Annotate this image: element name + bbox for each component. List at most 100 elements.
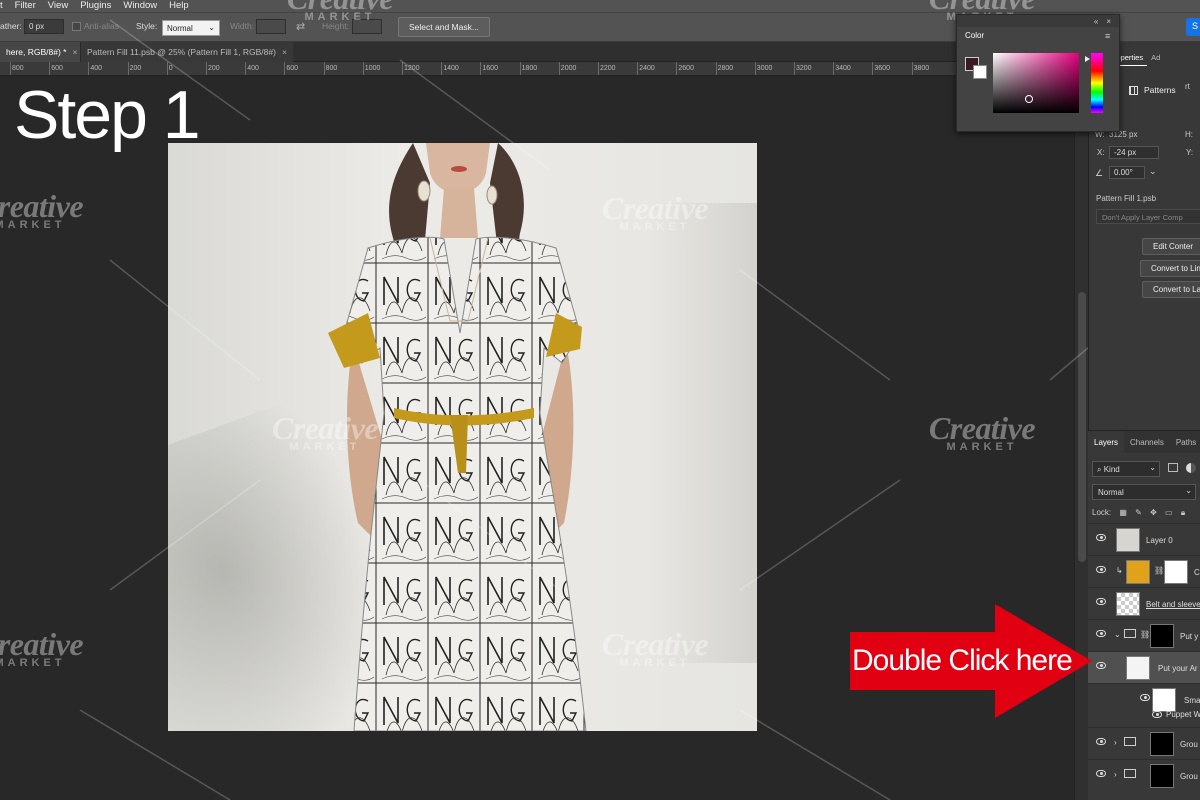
- ruler-tick-label: 3800: [913, 65, 930, 72]
- color-picker-cursor[interactable]: [1025, 95, 1033, 103]
- share-button[interactable]: S: [1186, 18, 1200, 36]
- visibility-eye-icon[interactable]: [1096, 534, 1106, 541]
- layer-name: Sma: [1184, 696, 1200, 705]
- style-select[interactable]: Normal ⌄: [162, 20, 220, 36]
- menu-view[interactable]: View: [48, 0, 68, 12]
- hue-slider[interactable]: [1091, 53, 1103, 113]
- layer-row[interactable]: Layer 0: [1088, 523, 1200, 555]
- lock-all-icon[interactable]: 🔒︎: [1181, 508, 1185, 517]
- height-input[interactable]: [352, 19, 382, 34]
- color-panel-title: Color: [965, 31, 985, 40]
- visibility-eye-icon[interactable]: [1096, 598, 1106, 605]
- visibility-eye-icon[interactable]: [1096, 770, 1106, 777]
- tab-channels[interactable]: Channels: [1124, 431, 1170, 453]
- y-label: Y:: [1186, 148, 1194, 157]
- menu-select-partial[interactable]: t: [0, 0, 3, 12]
- close-icon[interactable]: ×: [1106, 17, 1111, 26]
- visibility-eye-icon[interactable]: [1152, 711, 1162, 718]
- ruler-tick-label: 1000: [364, 65, 381, 72]
- tab-layers[interactable]: Layers: [1088, 431, 1125, 453]
- tab-active-document[interactable]: here, RGB/8#) * ×: [0, 42, 84, 62]
- layer-comp-select[interactable]: Don't Apply Layer Comp: [1096, 209, 1200, 224]
- lock-artboard-icon[interactable]: ▭: [1165, 508, 1173, 517]
- antialias-checkbox[interactable]: [72, 22, 81, 31]
- layer-name: Put your Ar: [1158, 664, 1198, 673]
- layer-thumbnail: [1116, 592, 1140, 616]
- background-color-swatch[interactable]: [973, 65, 987, 79]
- chevron-right-icon[interactable]: ›: [1114, 770, 1117, 779]
- tab-ad-partial[interactable]: Ad: [1147, 50, 1164, 66]
- dress-mockup-photo[interactable]: [168, 143, 757, 731]
- layer-name: Layer 0: [1146, 536, 1173, 545]
- x-input[interactable]: -24 px: [1109, 146, 1159, 159]
- visibility-eye-icon[interactable]: [1096, 662, 1106, 669]
- color-field[interactable]: [993, 53, 1079, 113]
- callout-arrow: Double Click here: [850, 604, 1092, 718]
- edit-contents-button[interactable]: Edit Conter: [1142, 238, 1200, 255]
- visibility-eye-icon[interactable]: [1096, 566, 1106, 573]
- menu-plugins[interactable]: Plugins: [80, 0, 111, 12]
- chevron-down-icon[interactable]: ⌄: [1149, 166, 1157, 177]
- patterns-chip[interactable]: Patterns: [1129, 78, 1176, 102]
- menu-help[interactable]: Help: [169, 0, 189, 12]
- angle-icon: ∠: [1095, 168, 1104, 178]
- width-input[interactable]: [256, 19, 286, 34]
- blend-mode-select[interactable]: Normal ⌄: [1092, 484, 1196, 500]
- ruler-tick-label: 200: [129, 65, 142, 72]
- layer-row[interactable]: Belt and sleeves: [1088, 587, 1200, 619]
- layer-row[interactable]: ↳ ⛓︎ C: [1088, 555, 1200, 587]
- ruler-tick-line: [166, 62, 168, 75]
- tab-paths[interactable]: Paths: [1170, 431, 1200, 453]
- swap-icon[interactable]: ⇄: [296, 20, 305, 33]
- image-filter-icon[interactable]: [1168, 463, 1178, 472]
- lock-transparent-icon[interactable]: ▦: [1119, 508, 1127, 517]
- width-label: Width:: [230, 21, 255, 31]
- layer-row[interactable]: › Grou: [1088, 759, 1200, 791]
- select-and-mask-button[interactable]: Select and Mask...: [398, 17, 490, 37]
- lock-paint-icon[interactable]: ✎: [1135, 508, 1142, 517]
- panel-menu-icon[interactable]: ≡: [1105, 31, 1110, 41]
- layer-row[interactable]: ⌄ ⛓︎ Put y: [1088, 619, 1200, 651]
- layer-filter-kind[interactable]: ⌕ Kind ⌄: [1092, 461, 1160, 477]
- visibility-eye-icon[interactable]: [1096, 738, 1106, 745]
- style-label: Style:: [136, 21, 158, 31]
- menu-window[interactable]: Window: [123, 0, 157, 12]
- scroll-thumb[interactable]: [1078, 292, 1086, 562]
- ruler-tick-line: [794, 62, 795, 75]
- lock-controls: Lock: ▦ ✎ ✥ ▭ 🔒︎: [1092, 508, 1185, 518]
- lock-label: Lock:: [1092, 508, 1112, 517]
- visibility-eye-icon[interactable]: [1096, 630, 1106, 637]
- feather-input[interactable]: 0 px: [24, 19, 64, 34]
- ruler-tick-label: 0: [168, 65, 173, 72]
- close-icon[interactable]: ×: [282, 47, 287, 57]
- ruler-tick-line: [911, 62, 913, 75]
- layer-row-selected[interactable]: Put your Ar: [1088, 651, 1200, 683]
- hue-slider-handle[interactable]: [1085, 56, 1090, 62]
- convert-to-linked-button[interactable]: Convert to Linl: [1140, 260, 1200, 277]
- x-label: X:: [1097, 148, 1105, 157]
- ruler-tick-label: 1200: [404, 65, 420, 72]
- angle-input[interactable]: 0.00°: [1109, 166, 1145, 179]
- chevron-right-icon[interactable]: ›: [1114, 738, 1117, 747]
- layers-tabs: Layers Channels Paths: [1088, 431, 1200, 453]
- close-icon[interactable]: ×: [72, 47, 77, 57]
- visibility-eye-icon[interactable]: [1140, 694, 1150, 701]
- blend-mode-value: Normal: [1098, 488, 1124, 497]
- collapse-icon[interactable]: «: [1094, 17, 1098, 26]
- chevron-down-icon: ⌄: [1185, 486, 1192, 495]
- folder-icon: [1124, 629, 1136, 638]
- chevron-down-icon[interactable]: ⌄: [1114, 630, 1121, 639]
- layer-row[interactable]: › Grou: [1088, 727, 1200, 759]
- ruler-tick-line: [715, 62, 717, 75]
- chevron-down-icon: ⌄: [1149, 463, 1156, 472]
- ruler-tick-line: [10, 62, 11, 75]
- ruler-tick-label: 400: [90, 65, 103, 72]
- layer-row[interactable]: Puppet W: [1088, 707, 1200, 723]
- convert-to-layers-button[interactable]: Convert to La: [1142, 281, 1200, 298]
- ruler-tick-label: 1400: [443, 65, 459, 72]
- lock-move-icon[interactable]: ✥: [1150, 508, 1157, 517]
- tab-pattern-fill[interactable]: Pattern Fill 11.psb @ 25% (Pattern Fill …: [80, 42, 293, 62]
- link-icon: ⛓︎: [1154, 566, 1165, 575]
- menu-filter[interactable]: Filter: [15, 0, 36, 12]
- adjustment-filter-icon[interactable]: [1186, 463, 1196, 473]
